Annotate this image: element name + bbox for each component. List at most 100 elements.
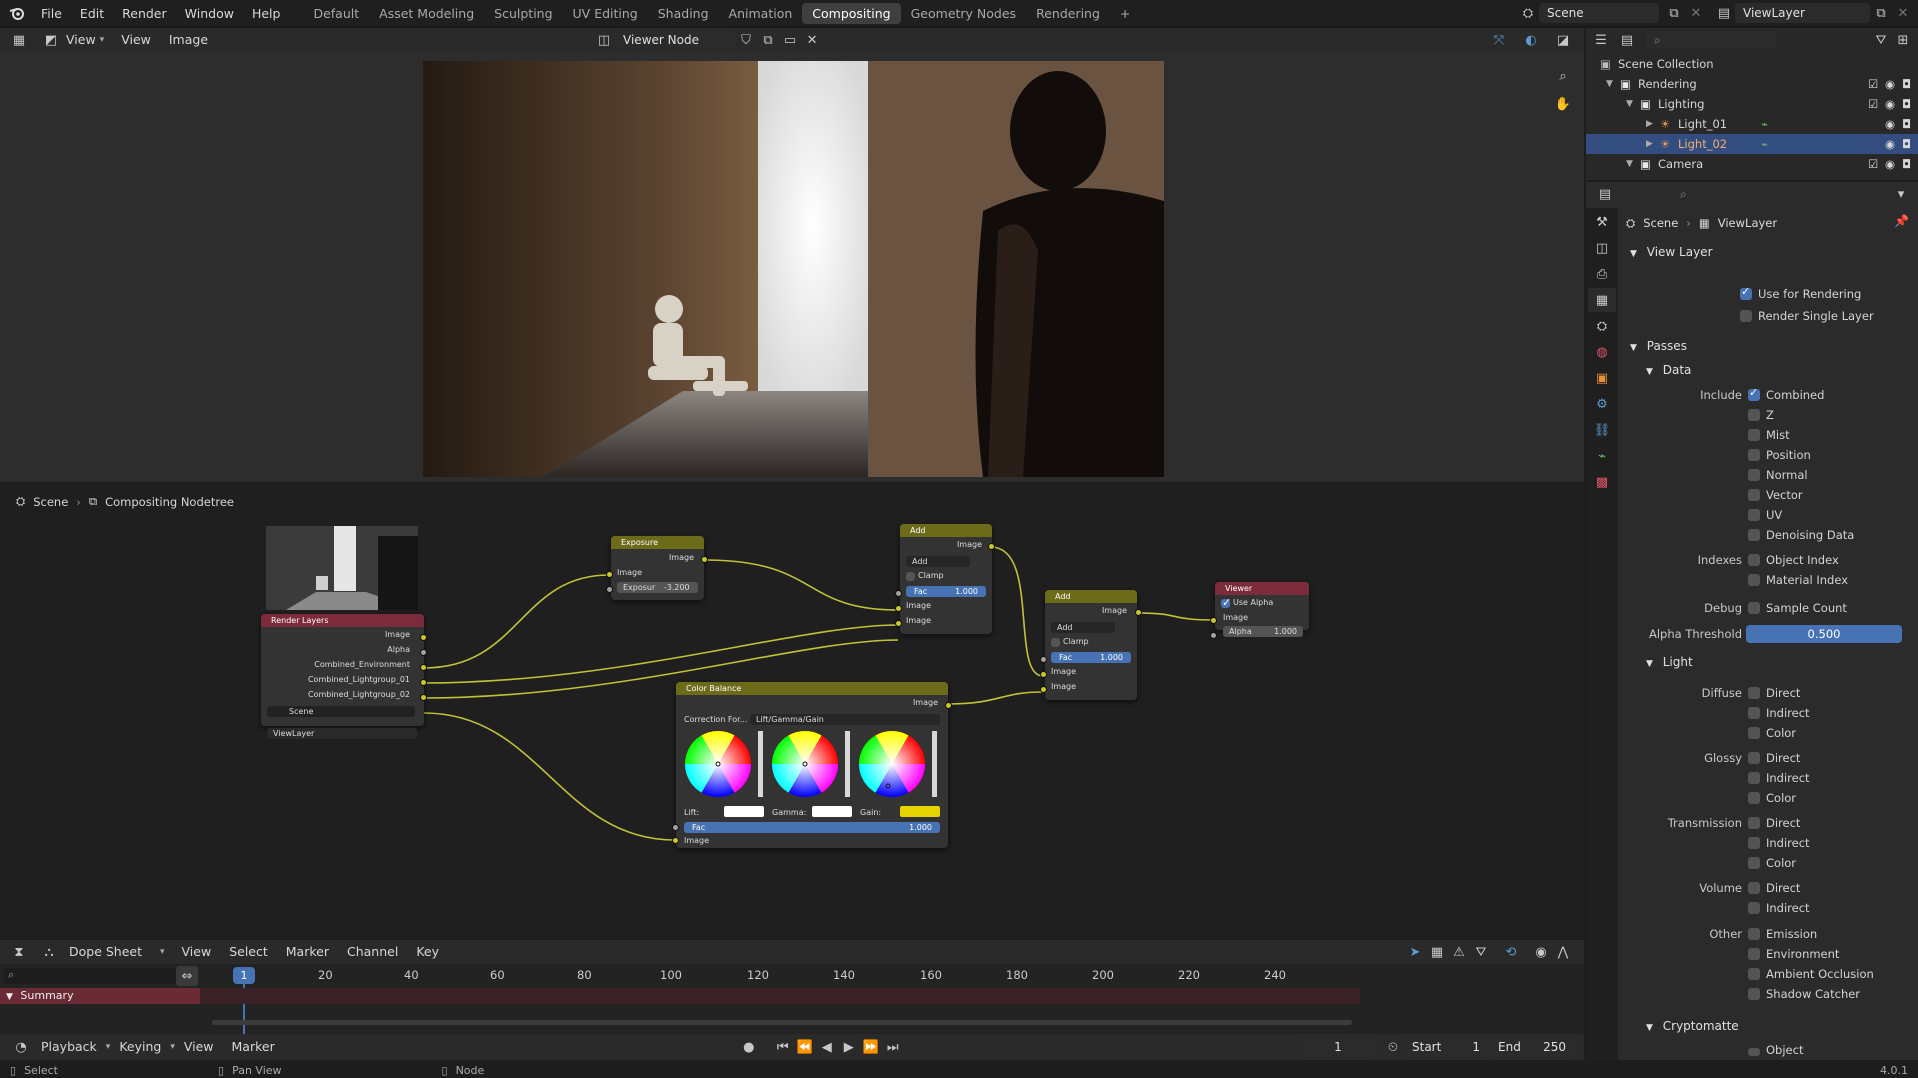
socket[interactable] [672,837,679,844]
socket[interactable] [701,556,708,563]
modifier-tab-icon[interactable]: ⚙ [1588,392,1616,416]
eye-icon[interactable]: ◉ [1885,94,1895,114]
close-icon[interactable]: ✕ [1892,3,1914,23]
menu-file[interactable]: File [32,0,71,27]
socket[interactable] [895,605,902,612]
subpanel-light[interactable]: ▼ Light [1646,652,1693,674]
outliner-row[interactable]: ▶ ☀ Light_01 ⌁ ◉ ◘ [1586,114,1918,134]
select-cursor-icon[interactable]: ➤ [1404,942,1426,962]
pass-checkbox[interactable] [1748,727,1760,739]
tab-animation[interactable]: Animation [719,3,803,24]
display-channels-icon[interactable]: ◪ [1552,30,1574,50]
pass-checkbox[interactable] [1748,882,1760,894]
start-frame-field[interactable]: Start 1 [1404,1037,1488,1057]
swap-icon[interactable]: ⇔ [176,966,198,986]
exposure-field[interactable]: Exposur -3.200 [617,582,698,593]
panel-passes[interactable]: ▼ Passes [1630,336,1687,358]
menu-render[interactable]: Render [113,0,176,27]
world-tab-icon[interactable]: ◍ [1588,340,1616,364]
menu-key[interactable]: Key [407,940,448,964]
clock-icon[interactable]: ⏲ [1382,1037,1404,1057]
subpanel-data[interactable]: ▼ Data [1646,360,1691,382]
pass-checkbox[interactable] [1748,554,1760,566]
fac-slider[interactable]: Fac 1.000 [906,586,986,597]
socket[interactable] [1210,617,1217,624]
pass-checkbox[interactable] [1748,409,1760,421]
alpha-threshold-slider[interactable]: 0.500 [1746,625,1902,643]
tab-compositing[interactable]: Compositing [802,2,901,24]
dope-sheet-icon[interactable]: ⛬ [38,942,60,962]
blend-mode-select[interactable]: Add [1051,622,1115,633]
pass-checkbox[interactable] [1748,968,1760,980]
camera-icon[interactable]: ◘ [1902,154,1911,174]
menu-marker[interactable]: Marker [277,940,338,964]
eye-icon[interactable]: ◉ [1885,154,1895,174]
pin-icon[interactable]: 📌 [1894,214,1909,228]
panel-view-layer[interactable]: ▼ View Layer [1630,242,1713,264]
folder-icon[interactable]: ▭ [779,30,801,50]
menu-playback[interactable]: Playback [32,1034,106,1060]
fac-slider[interactable]: Fac 1.000 [1051,652,1131,663]
eye-icon[interactable]: ◉ [1885,134,1895,154]
pass-checkbox[interactable] [1748,988,1760,1000]
socket[interactable] [420,664,427,671]
filter-icon[interactable]: ⛛ [1470,942,1492,962]
current-frame-field[interactable]: 1 [1302,1037,1374,1057]
pass-checkbox[interactable] [1748,772,1760,784]
checkbox-icon[interactable]: ☑ [1868,74,1878,94]
channel-search[interactable]: ⌕ [4,968,176,984]
image-viewport[interactable]: ⌕ ✋ [0,52,1584,482]
key-icon[interactable]: ▦ [1426,942,1448,962]
node-editor[interactable]: ⛭ Scene › ⧉ Compositing Nodetree Render … [0,484,1584,938]
checkbox-icon[interactable]: ☑ [1868,94,1878,114]
menu-help[interactable]: Help [243,0,290,27]
pass-checkbox[interactable] [1748,817,1760,829]
overlay-icon[interactable]: ◐ [1520,30,1542,50]
duplicate-icon[interactable]: ⧉ [757,30,779,50]
horizontal-scrollbar[interactable] [212,1020,1352,1025]
pass-checkbox[interactable] [1748,928,1760,940]
pass-checkbox[interactable] [1748,602,1760,614]
editor-type-icon[interactable]: ▤ [1594,184,1616,204]
pass-checkbox[interactable] [1748,529,1760,541]
dope-sheet-area[interactable]: ⌕ ⇔ 20 40 60 80 100 120 140 160 180 200 … [0,964,1584,1044]
view-layer-tab-icon[interactable]: ▦ [1588,288,1616,312]
chevron-down-icon[interactable]: ▾ [1890,184,1912,204]
tab-geometry-nodes[interactable]: Geometry Nodes [901,3,1026,24]
socket[interactable] [895,620,902,627]
pass-checkbox[interactable] [1748,469,1760,481]
sync-icon[interactable]: ⟲ [1500,942,1522,962]
tab-rendering[interactable]: Rendering [1026,3,1110,24]
outliner-row-selected[interactable]: ▶ ☀ Light_02 ⌁ ◉ ◘ [1586,134,1918,154]
pass-checkbox[interactable] [1748,1048,1760,1056]
color-balance-node[interactable]: Color Balance Image Correction For... Li… [676,682,948,848]
socket[interactable] [420,679,427,686]
camera-icon[interactable]: ◘ [1902,134,1911,154]
menu-view[interactable]: View [112,28,160,52]
summary-channel[interactable]: ▼ Summary [0,988,200,1004]
pass-checkbox[interactable] [1748,857,1760,869]
pass-checkbox[interactable] [1748,574,1760,586]
menu-image[interactable]: Image [160,28,217,52]
socket[interactable] [895,590,902,597]
outliner-search[interactable]: ⌕ [1646,31,1776,49]
pass-checkbox[interactable] [1748,707,1760,719]
fac-slider[interactable]: Fac 1.000 [684,822,940,833]
menu-marker[interactable]: Marker [223,1034,284,1060]
socket[interactable] [945,702,952,709]
menu-view[interactable]: View [173,940,221,964]
add-workspace-button[interactable]: + [1110,3,1140,24]
editor-type-icon[interactable]: ◔ [10,1037,32,1057]
proportional-icon[interactable]: ⋀ [1552,942,1574,962]
jump-end-icon[interactable]: ⏭ [882,1037,904,1057]
current-frame-indicator[interactable]: 1 [233,967,255,984]
data-tab-icon[interactable]: ⌁ [1588,444,1616,468]
texture-tab-icon[interactable]: ▩ [1588,470,1616,494]
pass-checkbox[interactable] [1748,687,1760,699]
tab-sculpting[interactable]: Sculpting [484,3,562,24]
render-single-layer-checkbox[interactable] [1740,310,1752,322]
outliner-row[interactable]: ▼ ▣ Lighting ☑ ◉ ◘ [1586,94,1918,114]
socket[interactable] [420,634,427,641]
outliner-row[interactable]: ▼ ▣ Camera ☑ ◉ ◘ [1586,154,1918,174]
outliner-row[interactable]: ▼ ▣ Rendering ☑ ◉ ◘ [1586,74,1918,94]
